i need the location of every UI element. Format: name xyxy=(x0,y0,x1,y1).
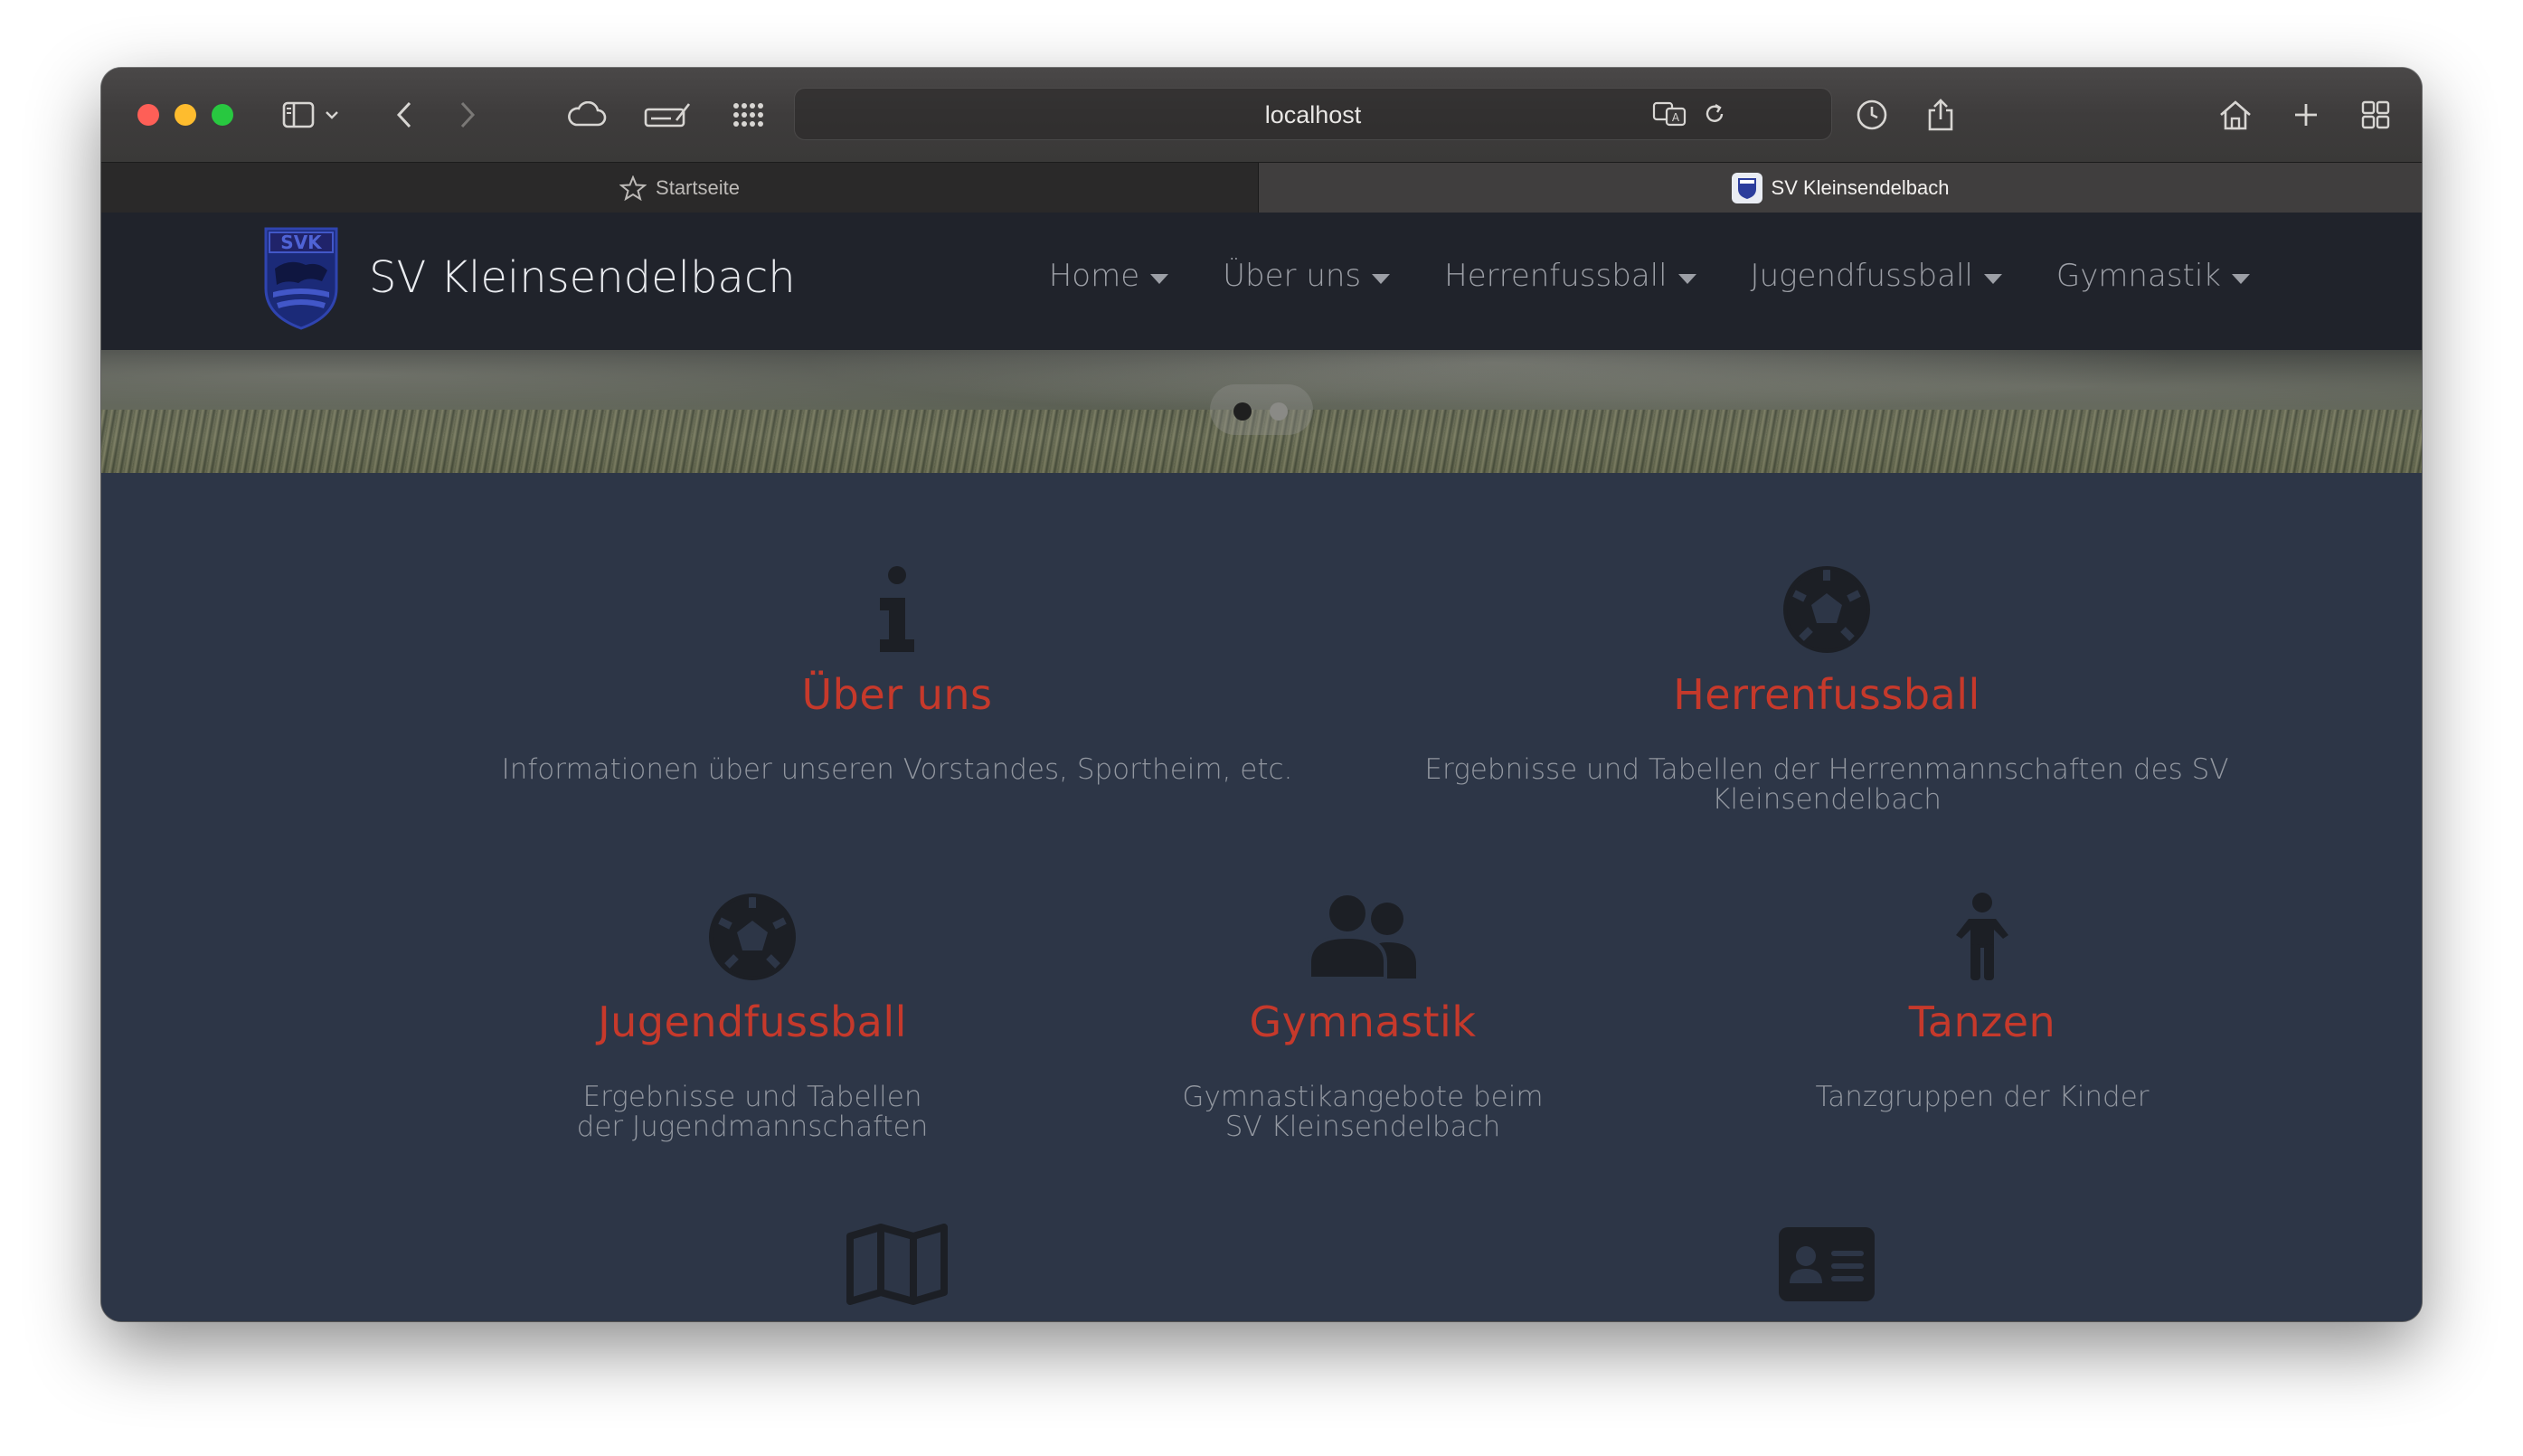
caret-down-icon xyxy=(2232,273,2250,284)
soccer-ball-icon xyxy=(1302,560,2351,659)
map-icon xyxy=(373,1215,1422,1314)
new-tab-plus-icon[interactable] xyxy=(2288,93,2324,137)
forward-icon[interactable] xyxy=(452,93,483,137)
feature-title[interactable]: Tanzen xyxy=(1657,997,2308,1046)
caret-down-icon xyxy=(1150,273,1169,284)
carousel-indicators xyxy=(1210,384,1313,435)
tab-sv-kleinsendelbach[interactable]: SV Kleinsendelbach xyxy=(1259,163,2422,213)
carousel-dot-1[interactable] xyxy=(1233,402,1252,421)
feature-text: Tanzgruppen der Kinder xyxy=(1815,1081,2150,1113)
tab-label: SV Kleinsendelbach xyxy=(1771,175,1950,199)
address-bar[interactable]: localhost A xyxy=(794,88,1832,140)
main-nav: Home Über uns Herrenfussball Jugendfussb… xyxy=(1049,258,2250,294)
reload-icon[interactable] xyxy=(1699,92,1730,136)
svg-text:A: A xyxy=(1672,111,1680,124)
info-icon xyxy=(373,560,1422,659)
tab-bar: Startseite SV Kleinsendelbach xyxy=(101,162,2422,213)
hero-carousel xyxy=(101,350,2422,473)
features-section: Über uns Informationen über unseren Vors… xyxy=(101,473,2422,1321)
feature-title[interactable]: Gymnastik xyxy=(1037,997,1688,1046)
tab-label: Startseite xyxy=(656,175,740,199)
favicon-icon xyxy=(1731,172,1762,203)
caret-down-icon xyxy=(1372,273,1391,284)
close-window-button[interactable] xyxy=(137,104,159,126)
nav-item-ueber-uns[interactable]: Über uns xyxy=(1223,258,1391,294)
feature-text: Informationen über unseren Vorstandes, S… xyxy=(501,753,1293,786)
caret-down-icon xyxy=(1677,273,1696,284)
browser-toolbar: localhost A xyxy=(101,68,2422,162)
grid-apps-icon[interactable] xyxy=(729,93,769,137)
reader-icon[interactable] xyxy=(644,93,691,137)
feature-text: Ergebnisse und Tabellen der Jugendmannsc… xyxy=(576,1081,929,1143)
back-icon[interactable] xyxy=(389,93,420,137)
tab-startseite[interactable]: Startseite xyxy=(101,163,1259,213)
nav-item-label: Jugendfussball xyxy=(1750,258,1973,294)
translate-icon[interactable]: A xyxy=(1650,92,1690,136)
nav-item-home[interactable]: Home xyxy=(1048,258,1169,294)
feature-title[interactable]: Herrenfussball xyxy=(1302,670,2351,719)
feature-map[interactable] xyxy=(373,1215,1422,1321)
cloud-icon[interactable] xyxy=(566,93,608,137)
club-logo[interactable]: SVK xyxy=(262,225,340,330)
soccer-ball-icon xyxy=(427,887,1078,987)
site-brand-title[interactable]: SV Kleinsendelbach xyxy=(369,252,796,303)
nav-item-label: Gymnastik xyxy=(2055,258,2221,294)
feature-herrenfussball[interactable]: Herrenfussball Ergebnisse und Tabellen d… xyxy=(1302,560,2351,815)
id-card-icon xyxy=(1302,1215,2351,1314)
nav-item-label: Über uns xyxy=(1223,258,1362,294)
feature-text: Ergebnisse und Tabellen der Herrenmannsc… xyxy=(1424,753,2229,816)
caret-down-icon xyxy=(1983,273,2002,284)
nav-item-gymnastik[interactable]: Gymnastik xyxy=(2056,258,2250,294)
carousel-dot-2[interactable] xyxy=(1270,402,1288,421)
history-clock-icon[interactable] xyxy=(1854,93,1890,137)
nav-item-jugendfussball[interactable]: Jugendfussball xyxy=(1751,258,2002,294)
minimize-window-button[interactable] xyxy=(175,104,196,126)
chevron-down-icon[interactable] xyxy=(322,93,342,137)
feature-title[interactable]: Über uns xyxy=(373,670,1422,719)
home-icon[interactable] xyxy=(2216,93,2255,137)
zoom-window-button[interactable] xyxy=(212,104,233,126)
users-icon xyxy=(1037,887,1688,987)
browser-window: localhost A Startseite SV Kleinsendelbac… xyxy=(101,68,2422,1321)
feature-text: Gymnastikangebote beim SV Kleinsendelbac… xyxy=(1182,1081,1544,1143)
tab-overview-icon[interactable] xyxy=(2357,93,2395,137)
nav-item-label: Home xyxy=(1048,258,1140,294)
child-icon xyxy=(1657,887,2308,987)
star-icon xyxy=(619,175,647,201)
sidebar-toggle-icon[interactable] xyxy=(279,93,318,137)
feature-jugendfussball[interactable]: Jugendfussball Ergebnisse und Tabellen d… xyxy=(427,887,1078,1142)
feature-ueber-uns[interactable]: Über uns Informationen über unseren Vors… xyxy=(373,560,1422,785)
nav-item-label: Herrenfussball xyxy=(1444,258,1668,294)
feature-tanzen[interactable]: Tanzen Tanzgruppen der Kinder xyxy=(1657,887,2308,1112)
site-navbar: SVK SV Kleinsendelbach Home Über uns Her… xyxy=(101,213,2422,350)
feature-contact[interactable] xyxy=(1302,1215,2351,1321)
feature-gymnastik[interactable]: Gymnastik Gymnastikangebote beim SV Klei… xyxy=(1037,887,1688,1142)
nav-item-herrenfussball[interactable]: Herrenfussball xyxy=(1444,258,1696,294)
feature-title[interactable]: Jugendfussball xyxy=(427,997,1078,1046)
share-icon[interactable] xyxy=(1923,93,1959,137)
logo-text: SVK xyxy=(280,232,323,253)
